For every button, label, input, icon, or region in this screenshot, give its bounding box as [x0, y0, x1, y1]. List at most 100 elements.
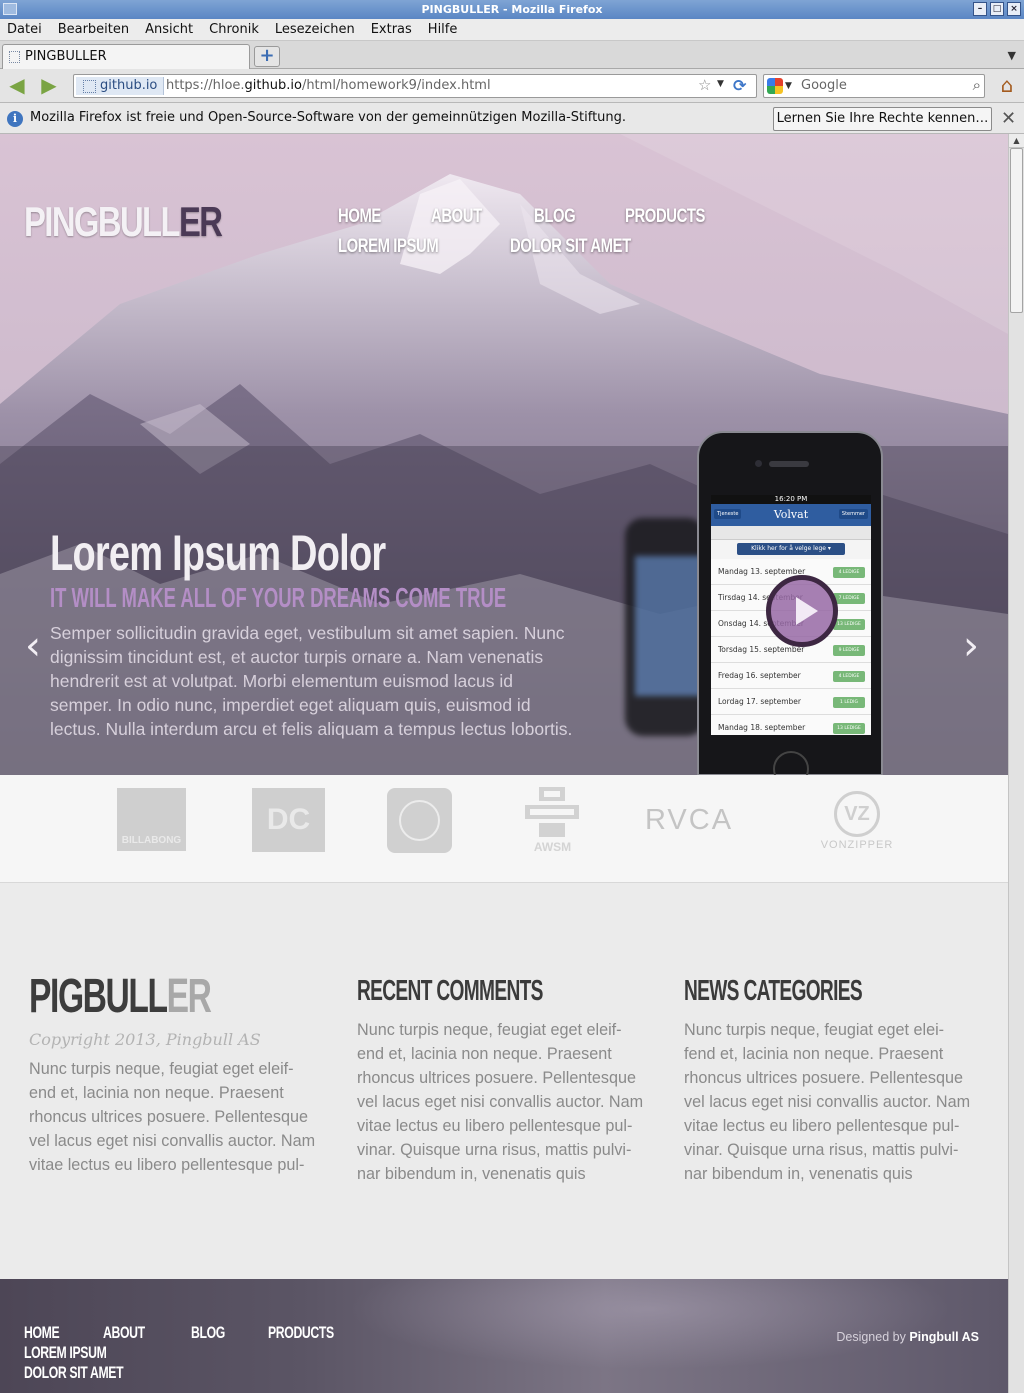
footer-nav-home[interactable]: HOME — [24, 1323, 60, 1343]
list-item: Lordag 17. september 1 LEDIG — [711, 689, 871, 715]
url-bar[interactable]: github.io https://hloe.github.io/html/ho… — [73, 74, 757, 98]
menu-datei[interactable]: Datei — [7, 22, 42, 37]
minimize-button[interactable]: – — [973, 2, 987, 16]
phone-app-bar: Tjeneste Volvat Stemmer — [711, 504, 871, 526]
phone-camera — [755, 460, 762, 467]
scrollbar-thumb[interactable] — [1010, 148, 1023, 313]
designer-credit: Designed by Pingbull AS — [836, 1330, 979, 1344]
menu-chronik[interactable]: Chronik — [209, 22, 259, 37]
phone-status-bar: 16:20 PM — [711, 495, 871, 504]
menu-bar: Datei Bearbeiten Ansicht Chronik Lesezei… — [0, 19, 1024, 41]
footer-nav-dolor-sit-amet[interactable]: DOLOR SIT AMET — [24, 1363, 124, 1383]
menu-extras[interactable]: Extras — [371, 22, 412, 37]
about-text: Nunc turpis neque, feugiat eget eleif- e… — [29, 1060, 316, 1174]
slide-title: Lorem Ipsum Dolor — [50, 525, 386, 581]
nav-home[interactable]: HOME — [338, 206, 381, 228]
close-window-button[interactable]: × — [1007, 2, 1021, 16]
scroll-up-arrow-icon[interactable]: ▲ — [1009, 134, 1024, 148]
search-input[interactable]: Google — [801, 77, 847, 95]
phone-home-key — [773, 751, 809, 775]
site-footer: HOME ABOUT BLOG PRODUCTS LOREM IPSUM DOLOR S… — [0, 1279, 1008, 1393]
reload-icon[interactable]: ⟳ — [733, 76, 746, 95]
page-viewport[interactable]: PINGBULLER HOME ABOUT BLOG PRODUCTS LOREM IP… — [0, 134, 1008, 1393]
nav-dolor-sit-amet[interactable]: DOLOR SIT AMET — [510, 236, 631, 258]
know-your-rights-button[interactable]: Lernen Sie Ihre Rechte kennen… — [773, 107, 992, 131]
nav-lorem-ipsum[interactable]: LOREM IPSUM — [338, 236, 439, 258]
menu-bearbeiten[interactable]: Bearbeiten — [58, 22, 129, 37]
new-tab-button[interactable]: + — [254, 46, 280, 67]
slider-prev-chevron-left-icon[interactable]: ‹ — [18, 624, 48, 668]
url-text[interactable]: https://hloe.github.io/html/homework9/in… — [166, 77, 491, 95]
google-engine-icon[interactable] — [767, 78, 783, 94]
url-history-chevron-down-icon[interactable]: ▼ — [717, 79, 724, 89]
tab-bar: PINGBULLER + ▼ — [0, 41, 1024, 69]
tab-pingbuller[interactable]: PINGBULLER — [2, 44, 250, 69]
footer-nav-about[interactable]: ABOUT — [103, 1323, 145, 1343]
tab-label: PINGBULLER — [25, 49, 107, 64]
footer-nav-products[interactable]: PRODUCTS — [268, 1323, 334, 1343]
menu-hilfe[interactable]: Hilfe — [428, 22, 458, 37]
vertical-scrollbar[interactable]: ▲ — [1008, 134, 1024, 1393]
copyright-text: Copyright 2013, Pingbull AS — [29, 1030, 261, 1049]
close-notification-icon[interactable]: ✕ — [1001, 108, 1016, 129]
vonzipper-logo: VZ VONZIPPER — [816, 791, 898, 851]
recent-comments-heading: RECENT COMMENTS — [357, 975, 543, 1007]
phone-image: 16:20 PM Tjeneste Volvat Stemmer Klikk h… — [697, 431, 883, 775]
footer-nav-lorem-ipsum[interactable]: LOREM IPSUM — [24, 1343, 107, 1363]
slide-text: Semper sollicitudin gravida eget, vestib… — [50, 623, 573, 739]
footer-nav-blog[interactable]: BLOG — [191, 1323, 225, 1343]
phone-right-button: Stemmer — [838, 509, 868, 519]
phone-screen: 16:20 PM Tjeneste Volvat Stemmer Klikk h… — [711, 495, 871, 735]
footer-widgets: PIGBULLER Copyright 2013, Pingbull AS Nu… — [0, 883, 1008, 1279]
maximize-button[interactable]: □ — [990, 2, 1004, 16]
site-logo[interactable]: PINGBULLER — [24, 198, 223, 246]
window-titlebar: PINGBULLER - Mozilla Firefox – □ × — [0, 0, 1024, 19]
play-video-icon[interactable] — [766, 575, 838, 647]
phone-earpiece — [769, 461, 809, 467]
menu-ansicht[interactable]: Ansicht — [145, 22, 193, 37]
window-title: PINGBULLER - Mozilla Firefox — [421, 3, 603, 16]
news-categories-heading: NEWS CATEGORIES — [684, 975, 863, 1007]
nav-about[interactable]: ABOUT — [431, 206, 482, 228]
site-identity-button[interactable]: github.io — [76, 77, 165, 95]
billabong-logo: BILLABONG — [117, 788, 186, 851]
list-item: Mandag 18. september 13 LEDIGE — [711, 715, 871, 735]
forward-arrow-icon[interactable]: ▶ — [38, 75, 60, 96]
phone-blurred-image — [625, 518, 705, 736]
hero-section: PINGBULLER HOME ABOUT BLOG PRODUCTS LOREM IP… — [0, 134, 1008, 775]
nav-products[interactable]: PRODUCTS — [625, 206, 705, 228]
navigation-toolbar: ◀ ▶ github.io https://hloe.github.io/htm… — [0, 69, 1024, 103]
info-icon: i — [7, 111, 23, 127]
phone-app-title: Volvat — [773, 508, 809, 521]
phone-pick-button: Klikk her for å velge lege ▾ — [737, 543, 845, 555]
nav-blog[interactable]: BLOG — [534, 206, 576, 228]
footer-logo[interactable]: PIGBULLER — [29, 969, 232, 1024]
tab-list-chevron-down-icon[interactable]: ▼ — [1008, 49, 1016, 62]
bookmark-star-icon[interactable]: ☆ — [698, 76, 711, 94]
back-arrow-icon[interactable]: ◀ — [6, 75, 28, 96]
designer-link[interactable]: Pingbull AS — [909, 1330, 979, 1344]
news-categories-widget: NEWS CATEGORIES Nunc turpis neque, feugi… — [684, 975, 974, 1186]
search-bar[interactable]: ▼ Google ⌕ — [763, 74, 985, 98]
phone-left-button: Tjeneste — [714, 509, 742, 519]
notification-text: Mozilla Firefox ist freie und Open-Sourc… — [30, 110, 627, 125]
main-navigation: HOME ABOUT BLOG PRODUCTS LOREM IPSUM DOLOR S… — [338, 206, 848, 266]
slider-next-chevron-right-icon[interactable]: › — [956, 624, 986, 668]
window-menu-icon[interactable] — [3, 3, 17, 15]
slide-subtitle: IT WILL MAKE ALL OF YOUR DREAMS COME TRU… — [50, 582, 507, 613]
about-widget: PIGBULLER Copyright 2013, Pingbull AS Nu… — [29, 970, 319, 1177]
brand-logos-strip: BILLABONG DC AWSM RVCA VZ VONZIPPER — [0, 775, 1008, 883]
phone-steps — [711, 526, 871, 540]
recent-comments-text: Nunc turpis neque, feugiat eget eleif- e… — [357, 1021, 644, 1183]
element-logo — [387, 788, 452, 853]
menu-lesezeichen[interactable]: Lesezeichen — [275, 22, 355, 37]
page-favicon-icon — [9, 51, 20, 63]
footer-navigation: HOME ABOUT BLOG PRODUCTS LOREM IPSUM DOLOR S… — [24, 1323, 444, 1383]
list-item: Fredag 16. september 4 LEDIGE — [711, 663, 871, 689]
awsm-logo: AWSM — [525, 787, 580, 854]
dc-logo: DC — [252, 788, 325, 852]
home-icon[interactable]: ⌂ — [995, 74, 1019, 98]
search-engine-chevron-down-icon[interactable]: ▼ — [785, 81, 792, 91]
search-icon[interactable]: ⌕ — [973, 76, 981, 94]
recent-comments-widget: RECENT COMMENTS Nunc turpis neque, feugi… — [357, 975, 647, 1186]
